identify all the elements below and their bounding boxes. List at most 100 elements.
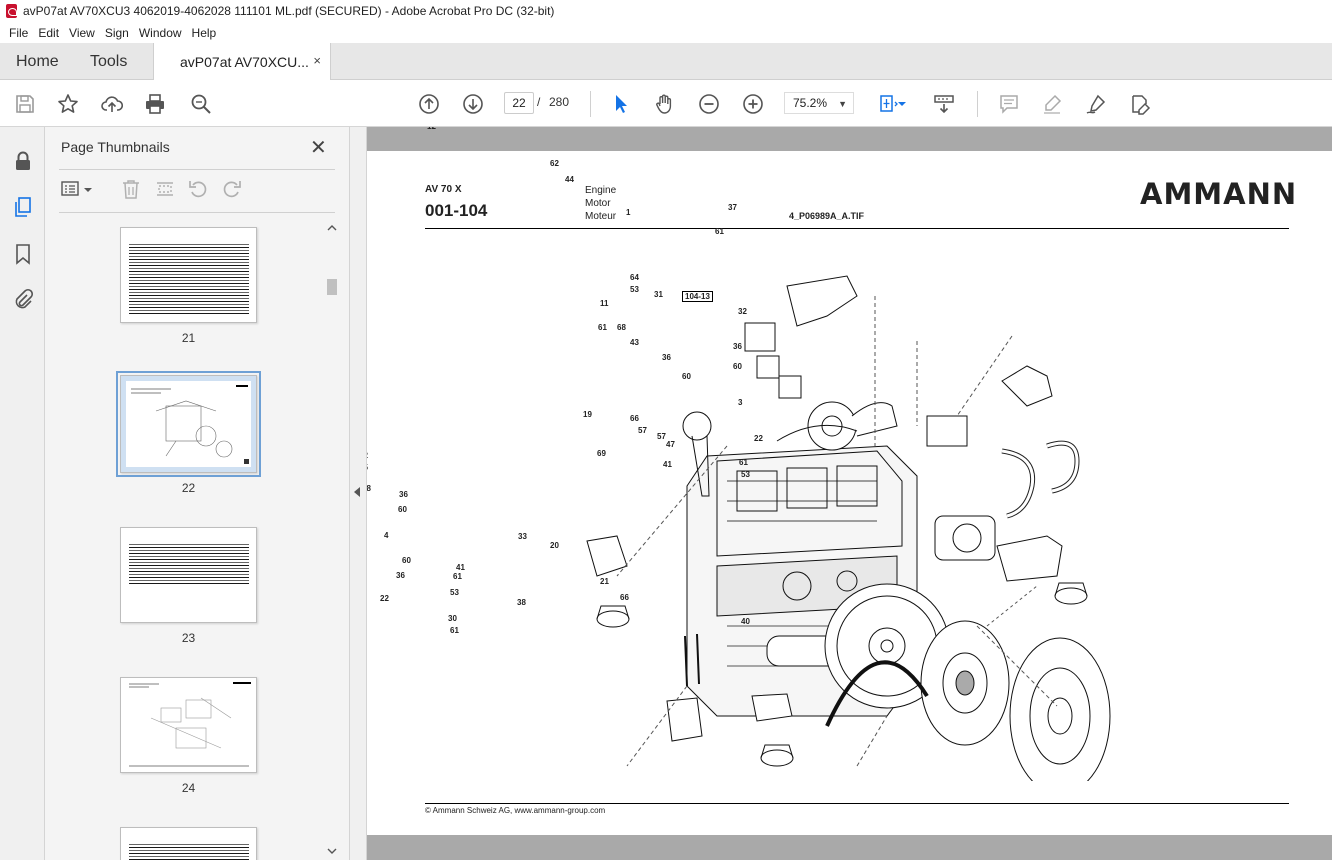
page-total: 280	[549, 95, 570, 109]
thumbnail-page[interactable]	[120, 527, 257, 623]
part-callout: 48	[367, 484, 371, 493]
part-callout: 41	[456, 563, 465, 572]
thumbnail-label: 24	[181, 781, 196, 795]
part-callout: 52	[367, 451, 368, 460]
part-callout: 60	[682, 372, 691, 381]
thumbnail-line	[129, 256, 249, 257]
menu-edit[interactable]: Edit	[33, 26, 64, 40]
thumbnail-options-button[interactable]	[59, 177, 95, 201]
thumbnail-line	[129, 259, 249, 260]
document-viewport[interactable]: AV 70 X 001-104 Engine Motor Moteur 4_P0…	[367, 127, 1332, 860]
part-callout: 22	[380, 594, 389, 603]
part-callout: 36	[399, 490, 408, 499]
thumbnail-page-selected[interactable]	[116, 371, 261, 477]
toolbar: 22 / 280 75.2% ▼	[0, 80, 1332, 127]
rotate-left-icon[interactable]	[186, 177, 210, 201]
page-code: 001-104	[425, 201, 488, 220]
thumbnail-line	[129, 280, 249, 281]
pdf-page: AV 70 X 001-104 Engine Motor Moteur 4_P0…	[367, 127, 1332, 835]
menu-help[interactable]: Help	[187, 26, 222, 40]
acrobat-window: avP07at AV70XCU3 4062019-4062028 111101 …	[0, 0, 1332, 860]
part-callout: 37	[728, 203, 737, 212]
footer-rule	[425, 803, 1289, 804]
panel-scrollbar[interactable]	[325, 222, 339, 857]
toolbar-divider	[590, 91, 591, 117]
menu-file[interactable]: File	[4, 26, 33, 40]
thumbnail-page[interactable]	[120, 827, 257, 860]
scroll-mode-icon[interactable]	[932, 92, 956, 116]
scrollbar-thumb[interactable]	[327, 279, 337, 295]
part-callout: 62	[550, 159, 559, 168]
tab-tools[interactable]: Tools	[74, 43, 154, 79]
tab-close-button[interactable]: ×	[313, 53, 321, 68]
thumbnail-page-inner	[121, 678, 256, 772]
panel-collapse-handle[interactable]	[350, 127, 367, 860]
zoom-in-icon[interactable]	[741, 92, 765, 116]
part-callout: 61	[598, 323, 607, 332]
insert-page-icon[interactable]	[153, 177, 177, 201]
page-footer: © Ammann Schweiz AG, www.ammann-group.co…	[425, 806, 606, 815]
thumbnail-line	[129, 568, 249, 569]
close-icon[interactable]: ✕	[310, 135, 327, 160]
part-callout: 61	[715, 227, 724, 236]
part-callout: 36	[396, 571, 405, 580]
save-icon[interactable]	[13, 92, 37, 116]
hand-icon[interactable]	[653, 92, 677, 116]
thumbnail-line	[129, 844, 249, 845]
thumbnail-line	[129, 262, 249, 263]
engine-exploded-drawing	[586, 275, 1111, 781]
page-down-icon[interactable]	[461, 92, 485, 116]
part-callout: 53	[450, 588, 459, 597]
pages-icon[interactable]	[11, 195, 35, 219]
highlight-icon[interactable]	[1040, 92, 1064, 116]
thumbnail-line	[129, 577, 249, 578]
part-callout: 53	[630, 285, 639, 294]
thumbnail-page[interactable]	[120, 677, 257, 773]
thumbnail-line	[129, 244, 249, 245]
menu-sign[interactable]: Sign	[100, 26, 134, 40]
tab-document[interactable]: avP07at AV70XCU... ×	[153, 43, 331, 80]
rotate-right-icon[interactable]	[220, 177, 244, 201]
part-callout: 60	[733, 362, 742, 371]
trash-icon[interactable]	[119, 177, 143, 201]
thumbnail-label: 22	[181, 481, 196, 495]
chevron-down-icon: ▼	[838, 99, 847, 109]
upload-icon[interactable]	[100, 92, 124, 116]
left-rail	[0, 127, 45, 860]
thumbnail-line	[129, 250, 249, 251]
zoom-out-icon[interactable]	[697, 92, 721, 116]
thumbnail-line	[129, 571, 249, 572]
window-title: avP07at AV70XCU3 4062019-4062028 111101 …	[23, 4, 555, 18]
lock-icon[interactable]	[11, 149, 35, 173]
desc-fr: Moteur	[585, 211, 617, 222]
panel-divider	[59, 169, 335, 170]
thumbnail-line	[129, 271, 249, 272]
menu-view[interactable]: View	[64, 26, 100, 40]
thumbnail-line	[129, 274, 249, 275]
menu-window[interactable]: Window	[134, 26, 187, 40]
tab-home[interactable]: Home	[0, 43, 74, 79]
thumbnails-panel: Page Thumbnails ✕ 21 22 23 24	[45, 127, 350, 860]
title-bar: avP07at AV70XCU3 4062019-4062028 111101 …	[0, 0, 1332, 22]
search-icon[interactable]	[189, 92, 213, 116]
collapse-arrow-icon	[354, 487, 360, 497]
part-callout: 68	[617, 323, 626, 332]
part-callout: 21	[600, 577, 609, 586]
panel-divider	[59, 212, 335, 213]
sign-icon[interactable]	[1084, 92, 1108, 116]
print-icon[interactable]	[143, 92, 167, 116]
zoom-select[interactable]: 75.2% ▼	[784, 92, 854, 114]
thumbnail-page[interactable]	[120, 227, 257, 323]
edit-pdf-icon[interactable]	[1128, 92, 1152, 116]
thumbnail-line	[129, 310, 249, 311]
reference-box[interactable]: 104-13	[682, 291, 713, 302]
comment-icon[interactable]	[997, 92, 1021, 116]
part-callout: 32	[738, 307, 747, 316]
attachment-icon[interactable]	[11, 287, 35, 311]
star-icon[interactable]	[56, 92, 80, 116]
chevron-down-icon[interactable]	[896, 92, 908, 116]
page-number-input[interactable]: 22	[504, 92, 534, 114]
bookmark-icon[interactable]	[11, 242, 35, 266]
select-arrow-icon[interactable]	[609, 92, 633, 116]
page-up-icon[interactable]	[417, 92, 441, 116]
